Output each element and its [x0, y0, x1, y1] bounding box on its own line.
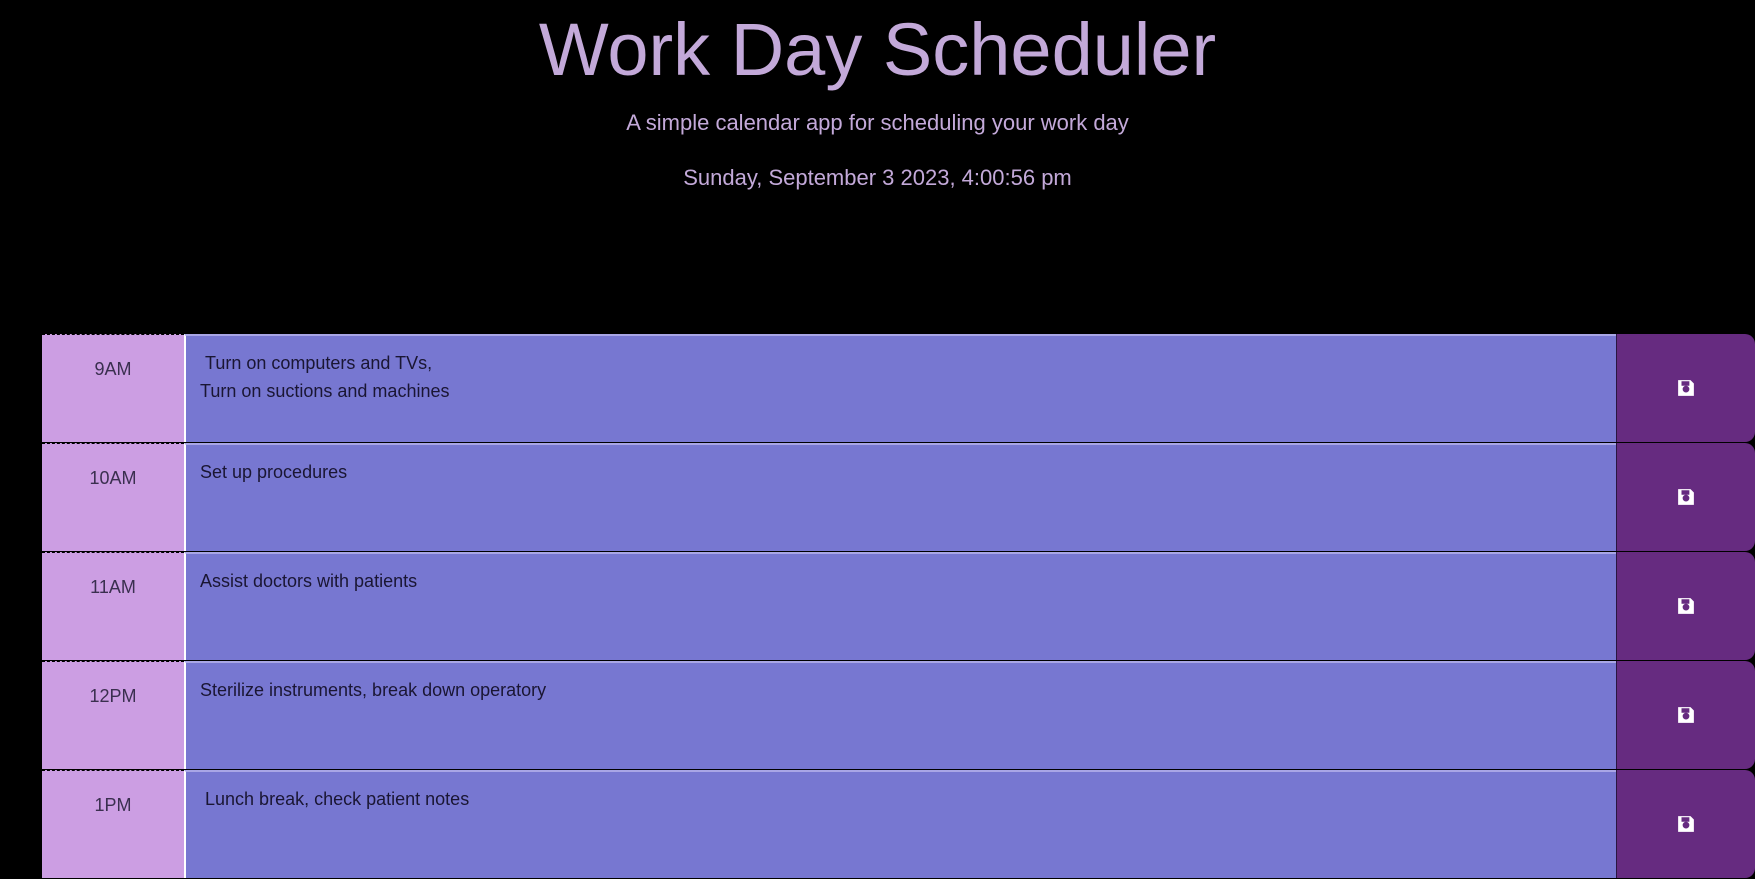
save-button[interactable]: [1616, 334, 1755, 442]
time-block-row: 11AM Assist doctors with patients: [42, 552, 1755, 660]
save-button[interactable]: [1616, 443, 1755, 551]
time-block-row: 1PM Lunch break, check patient notes: [42, 770, 1755, 878]
time-block-row: 10AM Set up procedures: [42, 443, 1755, 551]
page-subtitle: A simple calendar app for scheduling you…: [626, 110, 1129, 135]
time-block-row: 9AM Turn on computers and TVs, Turn on s…: [42, 334, 1755, 442]
event-description-input[interactable]: Turn on computers and TVs, Turn on sucti…: [184, 334, 1616, 442]
page-title: Work Day Scheduler: [538, 8, 1217, 91]
hour-label: 10AM: [42, 443, 184, 551]
save-button[interactable]: [1616, 770, 1755, 878]
hour-label: 11AM: [42, 552, 184, 660]
save-button[interactable]: [1616, 661, 1755, 769]
floppy-disk-icon: [1677, 597, 1695, 615]
schedule: 9AM Turn on computers and TVs, Turn on s…: [42, 334, 1755, 879]
time-block-row: 12PM Sterilize instruments, break down o…: [42, 661, 1755, 769]
hour-label: 1PM: [42, 770, 184, 878]
hour-label: 12PM: [42, 661, 184, 769]
floppy-disk-icon: [1677, 488, 1695, 506]
save-button[interactable]: [1616, 552, 1755, 660]
event-description-input[interactable]: Set up procedures: [184, 443, 1616, 551]
hour-label: 9AM: [42, 334, 184, 442]
event-description-input[interactable]: Lunch break, check patient notes: [184, 770, 1616, 878]
floppy-disk-icon: [1677, 379, 1695, 397]
event-description-input[interactable]: Sterilize instruments, break down operat…: [184, 661, 1616, 769]
floppy-disk-icon: [1677, 815, 1695, 833]
event-description-input[interactable]: Assist doctors with patients: [184, 552, 1616, 660]
floppy-disk-icon: [1677, 706, 1695, 724]
current-datetime: Sunday, September 3 2023, 4:00:56 pm: [683, 165, 1072, 190]
